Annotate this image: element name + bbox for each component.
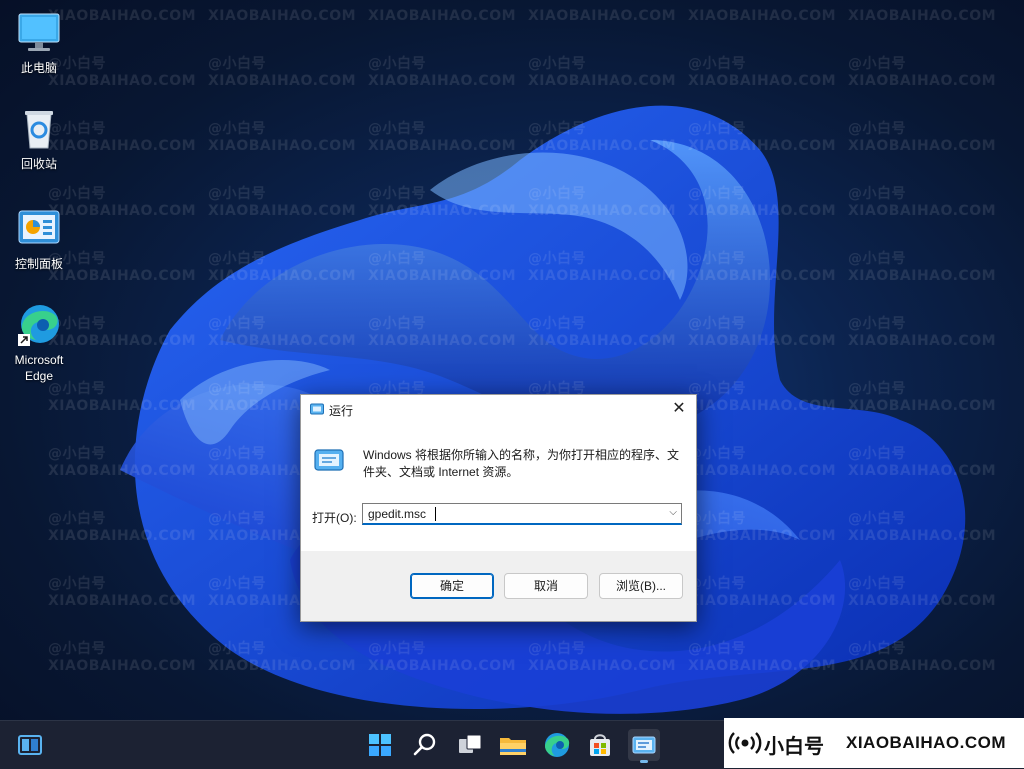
edge-icon — [16, 302, 62, 348]
desktop-icon-label: Microsoft Edge — [14, 353, 64, 383]
run-taskbar-button[interactable] — [628, 729, 660, 763]
computer-icon — [16, 10, 62, 56]
browse-button[interactable]: 浏览(B)... — [599, 573, 683, 599]
brand-name: 小白号 — [764, 736, 824, 758]
search-button[interactable] — [409, 729, 441, 761]
open-input[interactable]: gpedit.msc — [368, 507, 426, 521]
run-dialog: 运行 ✕ Windows 将根据你所输入的名称，为你打开相应的程序、文件夹、文档… — [300, 394, 697, 622]
text-caret — [435, 507, 436, 521]
desktop-icon-edge[interactable]: Microsoft Edge — [7, 302, 71, 384]
cancel-button[interactable]: 取消 — [504, 573, 588, 599]
widgets-button[interactable] — [14, 729, 46, 761]
file-explorer-icon — [500, 738, 526, 755]
desktop-icon-label: 此电脑 — [20, 61, 57, 75]
start-icon — [369, 734, 391, 756]
edge-taskbar-button[interactable] — [541, 729, 573, 761]
run-icon — [632, 736, 656, 754]
chevron-down-icon[interactable]: ⌵ — [669, 507, 677, 518]
broadcast-icon — [728, 732, 762, 754]
ok-button[interactable]: 确定 — [410, 573, 494, 599]
control-panel-icon — [16, 206, 62, 252]
store-button[interactable] — [584, 729, 616, 761]
dialog-description: Windows 将根据你所输入的名称，为你打开相应的程序、文件夹、文档或 Int… — [363, 448, 680, 479]
start-button[interactable] — [364, 729, 396, 761]
widgets-icon — [18, 735, 42, 755]
close-button[interactable]: ✕ — [662, 395, 696, 423]
brand-watermark: 小白号 XIAOBAIHAO.COM — [724, 718, 1024, 768]
desktop-icon-label: 控制面板 — [14, 257, 63, 271]
desktop-icon-label: 回收站 — [20, 157, 57, 171]
run-program-icon — [314, 448, 344, 475]
dialog-body: Windows 将根据你所输入的名称，为你打开相应的程序、文件夹、文档或 Int… — [301, 423, 696, 551]
task-view-button[interactable] — [454, 729, 486, 761]
dialog-footer: 确定 取消 浏览(B)... — [301, 551, 696, 621]
store-icon — [590, 734, 610, 756]
close-icon: ✕ — [672, 400, 686, 417]
open-label: 打开(O): — [312, 511, 357, 525]
active-indicator — [640, 760, 648, 763]
brand-url: XIAOBAIHAO.COM — [846, 733, 1006, 752]
dialog-titlebar[interactable]: 运行 ✕ — [301, 395, 696, 423]
dialog-title: 运行 — [329, 404, 354, 418]
file-explorer-button[interactable] — [497, 729, 529, 761]
edge-icon — [545, 733, 570, 757]
task-view-icon — [459, 734, 482, 753]
desktop-icon-recycle-bin[interactable]: 回收站 — [7, 106, 71, 172]
desktop-icon-control-panel[interactable]: 控制面板 — [7, 206, 71, 272]
desktop-icon-this-pc[interactable]: 此电脑 — [7, 10, 71, 76]
search-icon — [413, 733, 436, 756]
run-icon — [310, 403, 324, 418]
recycle-bin-icon — [16, 106, 62, 152]
open-combobox[interactable]: gpedit.msc ⌵ — [362, 503, 682, 525]
